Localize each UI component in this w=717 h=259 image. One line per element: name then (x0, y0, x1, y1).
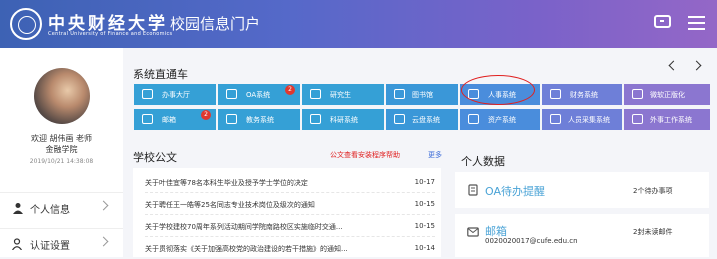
mail-icon (142, 114, 153, 124)
list-item[interactable]: 关于学校建校70周年系列活动期间学院南路校区实施临时交通... 10-15 (145, 215, 435, 237)
university-name-en: Central University of Finance and Econom… (48, 31, 173, 37)
cloud-disk-icon (394, 114, 405, 124)
person-icon (13, 203, 23, 214)
card-title: OA待办提醒 (485, 185, 545, 198)
doc-icon (468, 184, 478, 196)
microscope-icon (310, 114, 321, 124)
tile-service-hall[interactable]: 办事大厅 (134, 84, 216, 105)
highlight-ellipse (461, 75, 535, 105)
tile-foreign-affairs[interactable]: 外事工作系统 (624, 109, 710, 130)
department-text: 金融学院 (45, 145, 78, 154)
portal-title: 校园信息门户 (170, 15, 261, 33)
university-seal-icon (10, 8, 42, 40)
list-item[interactable]: 关于叶佳宜等78名本科生毕业及授予学士学位的决定 10-17 (145, 171, 435, 193)
section-title-news: 学校公文 (133, 151, 177, 164)
message-icon[interactable] (653, 14, 673, 32)
sidebar-item-auth-settings[interactable]: 认证设置 (0, 228, 123, 258)
graduate-cap-icon (310, 89, 321, 99)
asset-icon (468, 114, 479, 124)
mail-icon (467, 227, 479, 237)
mail-badge: 2 (201, 110, 211, 120)
sidebar-item-label: 个人信息 (30, 205, 70, 216)
chevron-right-icon[interactable] (691, 60, 702, 71)
tile-research[interactable]: 科研系统 (302, 109, 384, 130)
tile-staff-collection[interactable]: 人员采集系统 (542, 109, 622, 130)
oa-todo-card[interactable]: OA待办提醒 2个待办事项 (455, 172, 709, 208)
tile-library[interactable]: 图书馆 (386, 84, 458, 105)
finance-icon (550, 89, 561, 99)
card-count: 2个待办事项 (633, 187, 673, 195)
sidebar: 欢迎 胡伟画 老师 金融学院 2019/10/21 14:38:08 个人信息 … (0, 48, 123, 257)
menu-icon[interactable] (687, 14, 707, 32)
people-icon (550, 114, 561, 124)
hall-icon (142, 89, 153, 99)
welcome-text: 欢迎 胡伟画 老师 (30, 134, 93, 143)
tile-cloud-disk[interactable]: 云盘系统 (386, 109, 458, 130)
chevron-right-icon (98, 236, 109, 247)
notice-link[interactable]: 公文查看安装程序帮助 (330, 150, 400, 160)
section-title-direct: 系统直通车 (133, 68, 188, 81)
section-title-personal: 个人数据 (461, 155, 505, 168)
tile-asset[interactable]: 资产系统 (460, 109, 540, 130)
person-settings-icon (12, 238, 22, 250)
avatar[interactable] (34, 68, 90, 124)
mail-address: 0020020017@cufe.edu.cn (485, 237, 578, 245)
book-icon (394, 89, 405, 99)
mail-card[interactable]: 邮箱 0020020017@cufe.edu.cn 2封未读邮件 (455, 214, 709, 257)
top-header: 中央财经大学 Central University of Finance and… (0, 0, 717, 48)
card-count: 2封未读邮件 (633, 228, 673, 236)
list-item[interactable]: 关于聘任王一皓等25名同志专业技术岗位及级次的通知 10-15 (145, 193, 435, 215)
windows-icon (632, 89, 643, 99)
login-datetime: 2019/10/21 14:38:08 (29, 158, 94, 165)
tile-academic[interactable]: 教务系统 (218, 109, 300, 130)
sidebar-item-label: 认证设置 (30, 241, 70, 252)
tile-finance[interactable]: 财务系统 (542, 84, 622, 105)
foreign-affairs-icon (632, 114, 643, 124)
tile-ms-genuine[interactable]: 微软正版化 (624, 84, 710, 105)
more-link[interactable]: 更多 (428, 150, 442, 160)
oa-icon (226, 89, 237, 99)
oa-badge: 2 (285, 85, 295, 95)
sidebar-item-personal-info[interactable]: 个人信息 (0, 192, 123, 222)
chevron-left-icon[interactable] (668, 60, 679, 71)
tile-graduate[interactable]: 研究生 (302, 84, 384, 105)
chevron-right-icon (98, 200, 109, 211)
monitor-icon (226, 114, 237, 124)
news-list: 关于叶佳宜等78名本科生毕业及授予学士学位的决定 10-17 关于聘任王一皓等25… (133, 168, 441, 257)
list-item[interactable]: 关于贯彻落实《关于加强高校党的政治建设的若干措施》的通知... 10-14 (145, 237, 435, 259)
